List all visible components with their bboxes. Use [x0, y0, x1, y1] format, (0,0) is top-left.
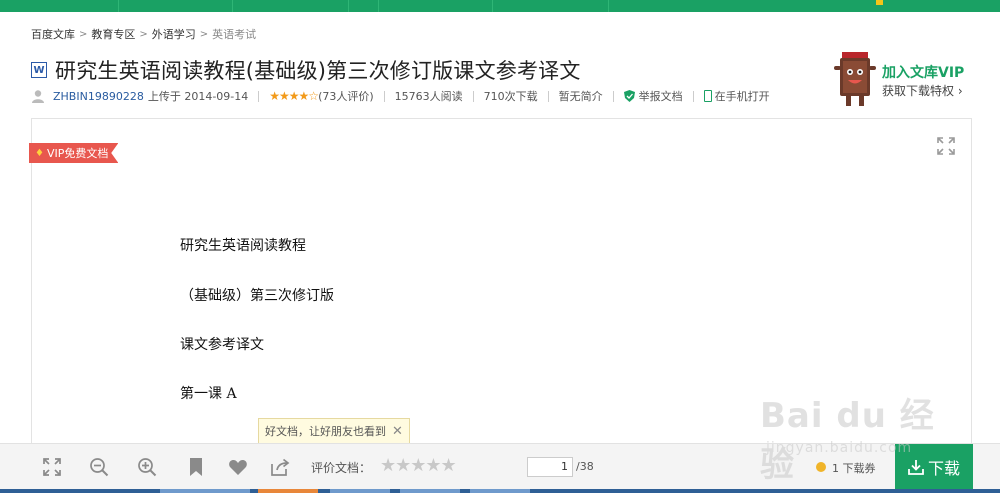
os-taskbar: [0, 489, 1000, 493]
breadcrumb: 百度文库 > 教育专区 > 外语学习 > 英语考试: [31, 26, 256, 42]
heart-icon[interactable]: [228, 457, 248, 477]
shield-icon: [623, 90, 635, 102]
document-viewer: ♦ VIP免费文档 研究生英语阅读教程 （基础级）第三次修订版 课文参考译文 第…: [29, 118, 972, 458]
close-icon[interactable]: ✕: [392, 424, 403, 439]
document-line: 课文参考译文: [180, 337, 264, 353]
chevron-right-icon: >: [79, 28, 88, 40]
divider: [258, 90, 260, 102]
breadcrumb-item-education[interactable]: 教育专区: [91, 26, 135, 42]
nav-separator: [378, 0, 379, 12]
vip-free-badge: ♦ VIP免费文档: [29, 143, 119, 163]
report-link[interactable]: 举报文档: [639, 88, 683, 104]
divider: [472, 90, 474, 102]
rate-document-label: 评价文档：: [311, 461, 372, 475]
download-button-label: 下载: [927, 459, 960, 478]
nav-separator: [608, 0, 609, 12]
share-icon[interactable]: [270, 457, 290, 477]
crown-icon[interactable]: [876, 0, 883, 5]
top-nav-bar: [0, 0, 1000, 12]
document-line: 研究生英语阅读教程: [180, 238, 306, 254]
vip-free-badge-label: VIP免费文档: [46, 147, 109, 160]
share-tooltip-text: 好文档，让好朋友也看到: [265, 425, 386, 438]
breadcrumb-item-english-exam[interactable]: 英语考试: [212, 26, 256, 42]
document-meta: ZHBIN19890228 上传于 2014-09-14 ★★★★☆ (73人评…: [31, 88, 770, 104]
upload-date: 上传于 2014-09-14: [147, 90, 249, 103]
nav-separator: [232, 0, 233, 12]
taskbar-item[interactable]: [400, 489, 460, 493]
rating-count[interactable]: (73人评价): [318, 88, 374, 104]
total-pages: /38: [576, 460, 594, 473]
download-icon: [908, 460, 924, 475]
fullscreen-icon[interactable]: [42, 457, 62, 477]
taskbar-item[interactable]: [470, 489, 530, 493]
share-tooltip: 好文档，让好朋友也看到 ✕: [258, 418, 410, 444]
divider: [612, 90, 614, 102]
book-mascot-icon: [834, 52, 876, 106]
expand-icon[interactable]: [937, 137, 955, 155]
user-avatar-icon: [32, 90, 44, 103]
rate-stars-input[interactable]: ★★★★★: [380, 455, 457, 476]
vip-join-title[interactable]: 加入文库VIP: [882, 62, 964, 82]
nav-separator: [492, 0, 493, 12]
document-line: （基础级）第三次修订版: [180, 288, 334, 304]
taskbar-item[interactable]: [330, 489, 390, 493]
current-page-input[interactable]: 1: [527, 457, 573, 477]
breadcrumb-item-home[interactable]: 百度文库: [31, 26, 75, 42]
bookmark-icon[interactable]: [186, 457, 206, 477]
view-count: 15763人阅读: [394, 90, 463, 103]
diamond-icon: ♦: [35, 147, 44, 159]
rating-stars: ★★★★☆: [269, 89, 319, 103]
chevron-right-icon: >: [199, 28, 209, 40]
divider: [547, 90, 549, 102]
document-line: 第一课 A: [180, 386, 237, 402]
divider: [383, 90, 385, 102]
page-title: 研究生英语阅读教程(基础级)第三次修订版课文参考译文: [55, 59, 581, 83]
taskbar-item[interactable]: [258, 489, 318, 493]
zoom-in-icon[interactable]: [137, 457, 157, 477]
chevron-right-icon: >: [139, 28, 148, 40]
document-title-row: W 研究生英语阅读教程(基础级)第三次修订版课文参考译文: [31, 55, 581, 85]
word-document-icon: W: [31, 62, 47, 78]
divider: [692, 90, 694, 102]
zoom-out-icon[interactable]: [89, 457, 109, 477]
nav-separator: [118, 0, 119, 12]
taskbar-item[interactable]: [160, 489, 250, 493]
vip-promo[interactable]: 加入文库VIP 获取下载特权 ›: [834, 50, 984, 110]
mobile-phone-icon: [703, 90, 712, 102]
uploader-link[interactable]: ZHBIN19890228: [53, 90, 144, 103]
reader-toolbar: 评价文档： ★★★★★ 1 /38 1 下载券 下载: [0, 443, 1000, 490]
vip-subtitle[interactable]: 获取下载特权 ›: [882, 82, 963, 99]
download-voucher-cost: 1 下载券: [832, 462, 876, 475]
coin-icon: [816, 462, 826, 472]
nav-separator: [348, 0, 349, 12]
open-on-mobile-link[interactable]: 在手机打开: [715, 88, 770, 104]
breadcrumb-item-foreign-language[interactable]: 外语学习: [152, 26, 196, 42]
download-button[interactable]: 下载: [895, 444, 973, 490]
summary-status: 暂无简介: [558, 90, 603, 103]
download-count: 710次下载: [483, 90, 538, 103]
